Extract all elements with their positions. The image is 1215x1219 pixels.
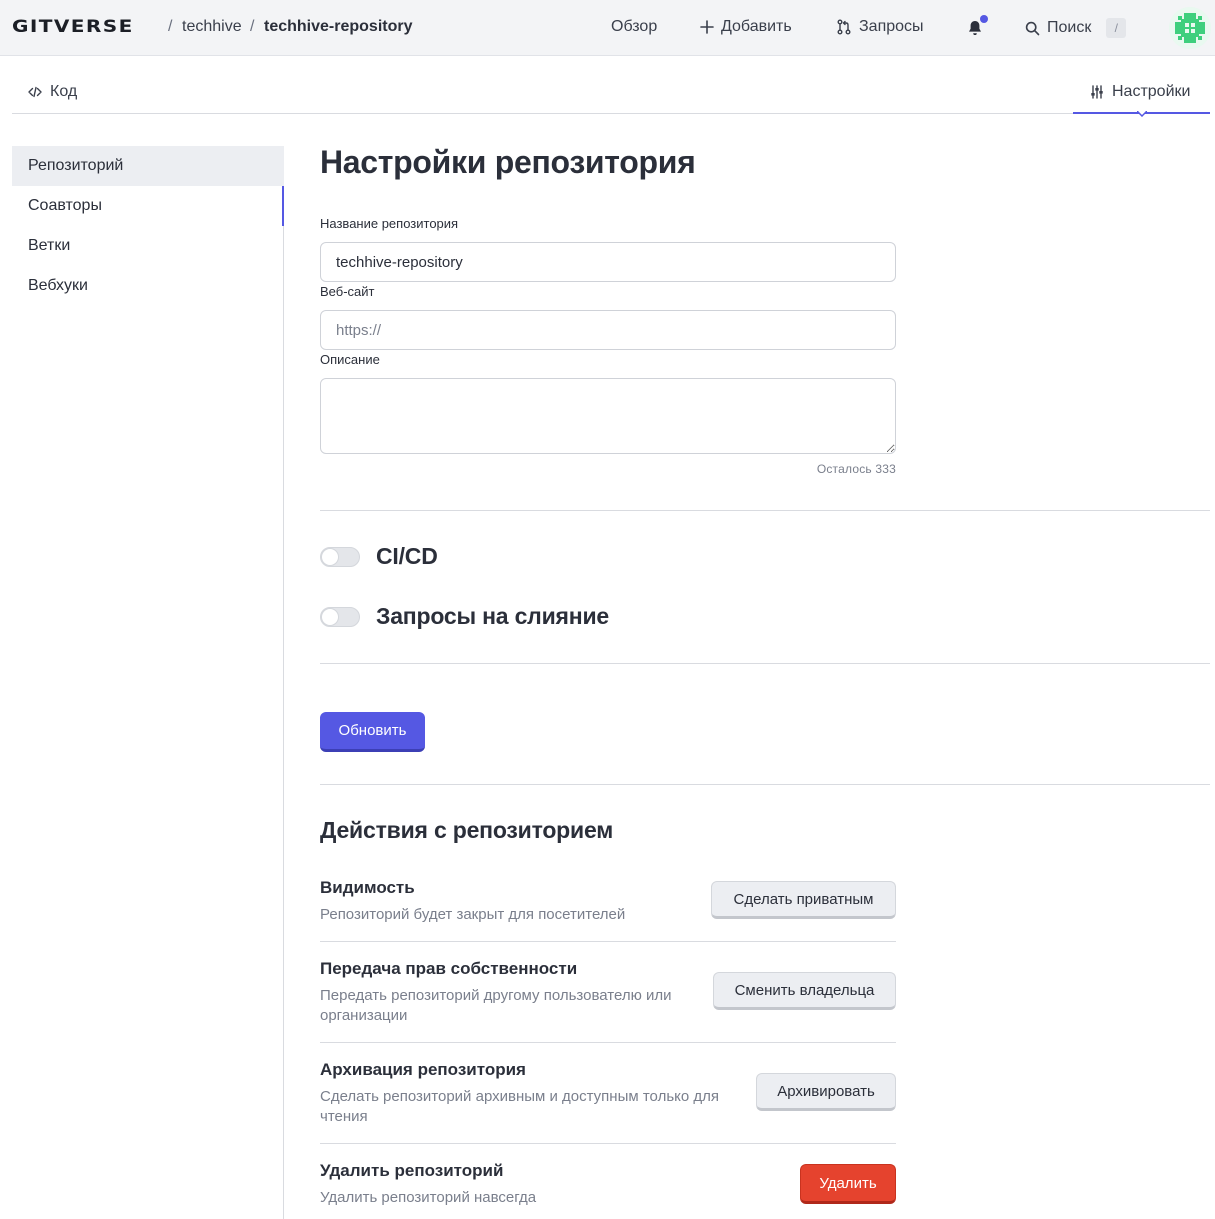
cicd-toggle[interactable] (320, 547, 360, 567)
description-textarea[interactable] (320, 378, 896, 454)
nav-requests-label: Запросы (859, 18, 924, 35)
make-private-button[interactable]: Сделать приватным (711, 881, 896, 919)
section-divider (320, 784, 1210, 785)
delete-repository-title: Удалить репозиторий (320, 1161, 504, 1180)
website-input[interactable] (320, 310, 896, 350)
merge-request-icon (837, 19, 851, 35)
description-label: Описание (320, 352, 380, 367)
nav-add[interactable]: Добавить (700, 18, 792, 36)
sidebar-divider (283, 146, 284, 1219)
section-divider (320, 663, 1210, 664)
action-divider (320, 941, 896, 942)
delete-button[interactable]: Удалить (800, 1164, 896, 1204)
archive-title: Архивация репозитория (320, 1060, 526, 1079)
tab-code[interactable]: Код (28, 83, 77, 101)
notification-dot (980, 15, 988, 23)
section-divider (320, 510, 1210, 511)
website-label: Веб-сайт (320, 284, 375, 299)
tab-code-label: Код (50, 83, 78, 100)
search-shortcut-key: / (1106, 18, 1127, 38)
delete-repository-description: Удалить репозиторий навсегда (320, 1189, 537, 1206)
nav-overview[interactable]: Обзор (611, 18, 657, 36)
nav-requests[interactable]: Запросы (836, 18, 924, 36)
breadcrumb-separator: / (168, 18, 173, 35)
code-icon (28, 86, 42, 98)
update-button[interactable]: Обновить (320, 712, 425, 752)
nav-overview-label: Обзор (611, 18, 658, 35)
repository-name-label: Название репозитория (320, 216, 459, 231)
ownership-transfer-title: Передача прав собственности (320, 959, 578, 978)
visibility-title: Видимость (320, 878, 415, 897)
settings-sidebar: Репозиторий Соавторы Ветки Вебхуки (12, 146, 284, 306)
archive-button[interactable]: Архивировать (756, 1073, 896, 1111)
nav-add-label: Добавить (721, 18, 792, 35)
sliders-icon (1091, 85, 1103, 99)
top-bar: GITVERSE / techhive / techhive-repositor… (0, 0, 1215, 56)
merge-requests-toggle-label: Запросы на слияние (376, 603, 609, 629)
sidebar-item-webhooks[interactable]: Вебхуки (12, 266, 284, 306)
action-divider (320, 1042, 896, 1043)
tab-settings-label: Настройки (1112, 83, 1191, 100)
breadcrumb-separator: / (250, 18, 255, 35)
repository-actions-title: Действия с репозиторием (320, 817, 614, 843)
merge-requests-toggle[interactable] (320, 607, 360, 627)
plus-icon (700, 20, 714, 34)
repository-tabs: Код Настройки (12, 73, 1210, 117)
breadcrumb-repository[interactable]: techhive-repository (264, 18, 412, 36)
search-button[interactable]: Поиск / (1025, 18, 1127, 38)
active-tab-caret-icon (1137, 111, 1147, 117)
gitverse-logo[interactable]: GITVERSE (12, 17, 134, 37)
page-title: Настройки репозитория (320, 144, 696, 180)
cicd-toggle-label: CI/CD (376, 543, 438, 569)
search-icon (1025, 21, 1040, 35)
archive-description: Сделать репозиторий архивным и доступным… (320, 1088, 720, 1125)
repository-name-input[interactable] (320, 242, 896, 282)
sidebar-item-repository[interactable]: Репозиторий (12, 146, 284, 186)
ownership-transfer-description: Передать репозиторий другому пользовател… (320, 987, 672, 1024)
breadcrumb-owner[interactable]: techhive (182, 18, 242, 36)
action-divider (320, 1143, 896, 1144)
sidebar-item-branches[interactable]: Ветки (12, 226, 284, 266)
characters-remaining: Осталось 333 (816, 462, 896, 476)
visibility-description: Репозиторий будет закрыт для посетителей (320, 906, 626, 923)
search-label: Поиск (1047, 19, 1092, 36)
avatar-pattern-icon (1169, 7, 1211, 49)
change-owner-button[interactable]: Сменить владельца (713, 972, 896, 1010)
sidebar-item-collaborators[interactable]: Соавторы (12, 186, 284, 226)
user-avatar[interactable] (1169, 7, 1211, 49)
tab-settings[interactable]: Настройки (1090, 83, 1190, 101)
